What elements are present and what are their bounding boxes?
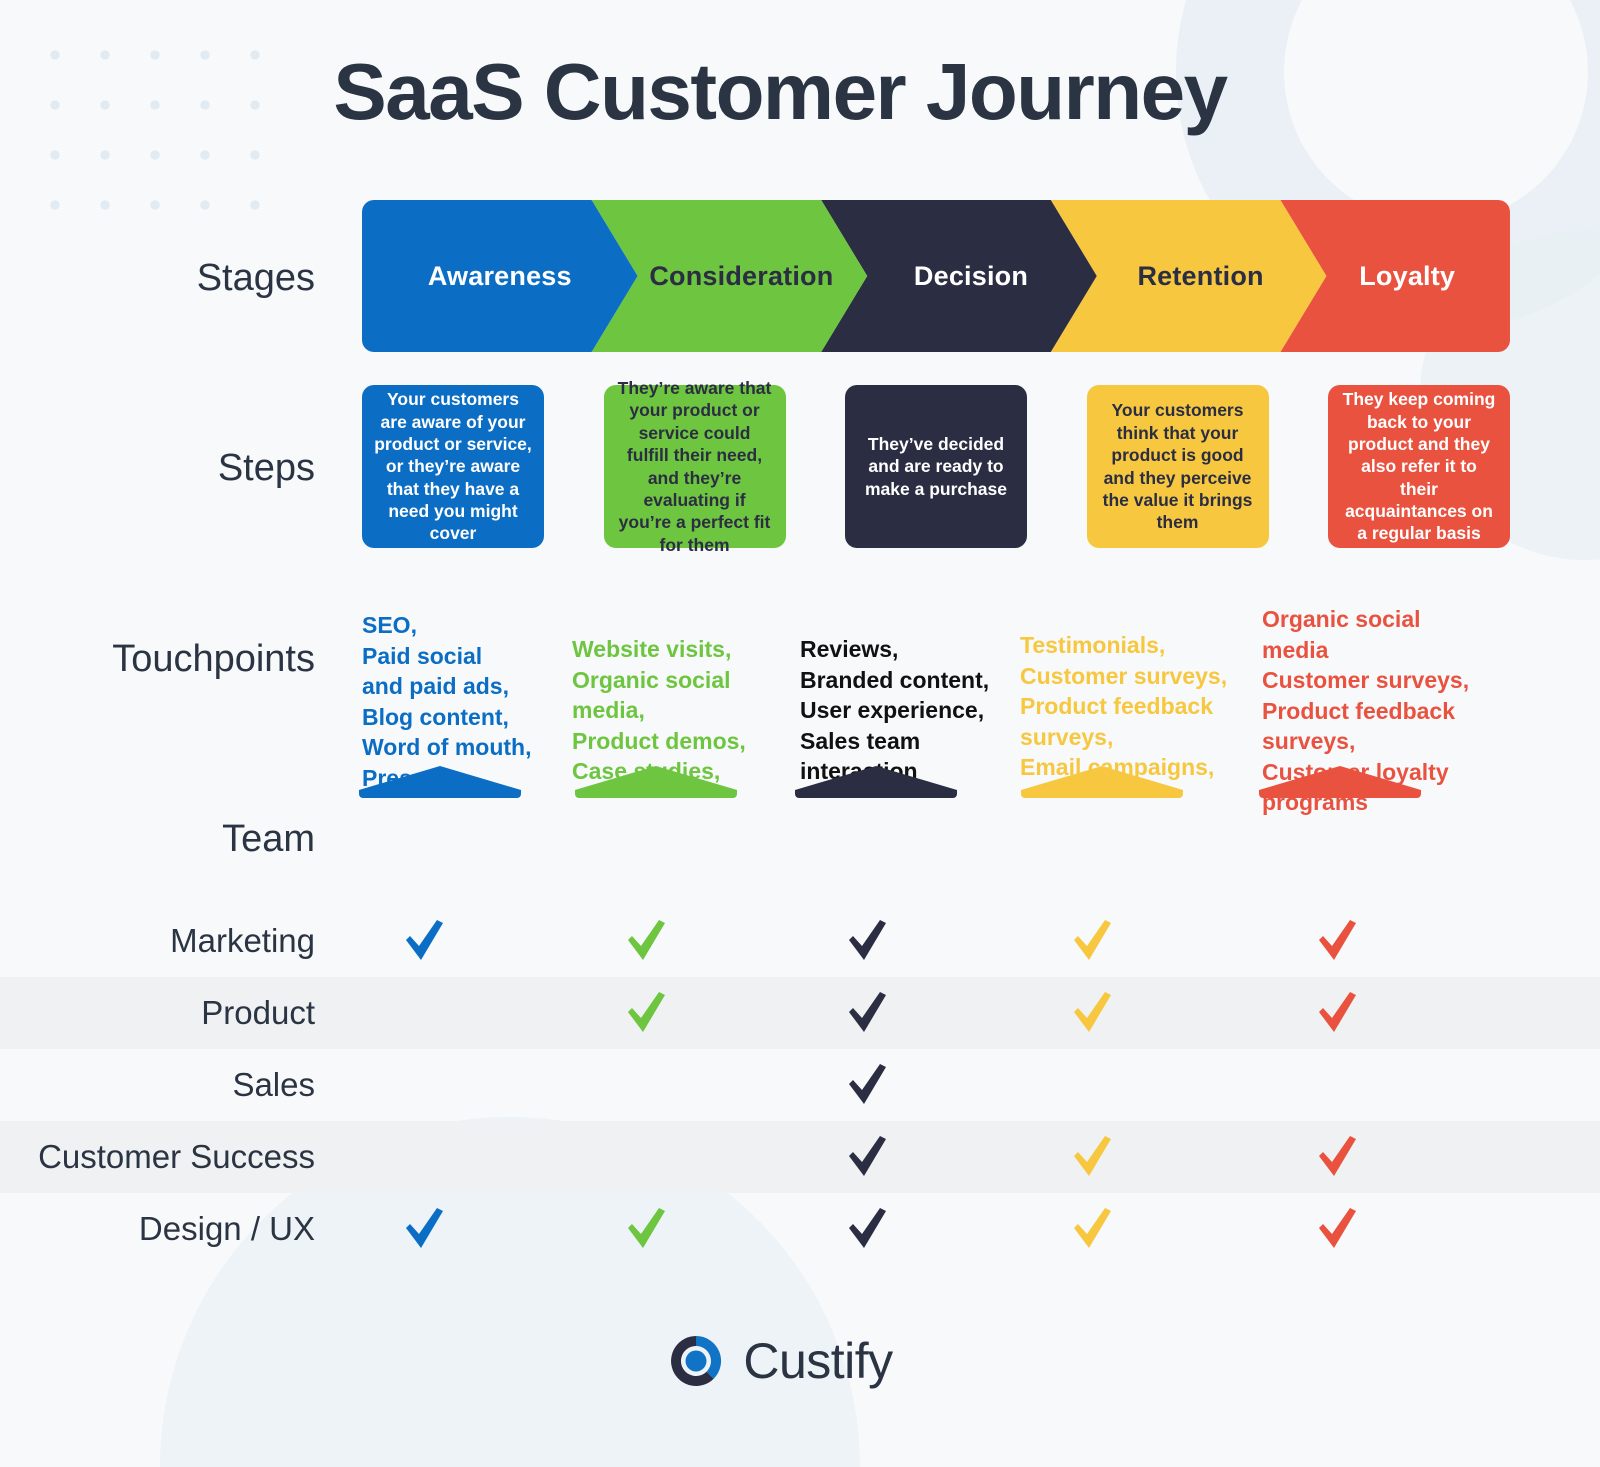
stage-label: Consideration: [649, 260, 834, 291]
touchpoints-column-decision: Reviews, Branded content, User experienc…: [800, 636, 990, 784]
section-label-touchpoints: Touchpoints: [112, 638, 315, 680]
table-row: Product: [0, 977, 1600, 1049]
checkmark-icon: [1315, 918, 1361, 964]
checkmark-icon: [845, 1134, 891, 1180]
brand-name: Custify: [743, 1333, 893, 1389]
checkmark-icon: [845, 1206, 891, 1252]
checkmark-icon: [845, 918, 891, 964]
checkmark-icon: [624, 1206, 670, 1252]
checkmark-icon: [1315, 990, 1361, 1036]
team-matrix: Marketing Product Sales Customer Success Des…: [0, 905, 1600, 1265]
footer-brand: Custify: [0, 1332, 1560, 1390]
checkmark-icon: [402, 918, 448, 964]
checkmark-icon: [1315, 1206, 1361, 1252]
stage-label: Decision: [913, 260, 1029, 291]
step-card-text: They’ve decided and are ready to make a …: [864, 433, 1008, 499]
checkmark-icon: [1315, 1134, 1361, 1180]
table-row: Design / UX: [0, 1193, 1600, 1265]
stage-label: Retention: [1137, 260, 1264, 291]
step-card-text: They keep coming back to your product an…: [1342, 389, 1496, 544]
checkmark-icon: [845, 990, 891, 1036]
touchpoint-arrow-consideration: [575, 766, 737, 798]
stages-band: Awareness Consideration Decision Retention L…: [362, 200, 1510, 352]
team-name-label: Design / UX: [138, 1210, 315, 1247]
step-card-text: Your customers think that your product i…: [1102, 400, 1253, 533]
section-label-team: Team: [222, 818, 315, 860]
infographic-page: SaaS Customer Journey Stages Steps Touch…: [0, 0, 1600, 1467]
team-name-label: Marketing: [170, 922, 315, 959]
table-row: Customer Success: [0, 1121, 1600, 1193]
touchpoint-arrow-retention: [1021, 766, 1183, 798]
touchpoint-arrows-row: [359, 766, 1510, 802]
steps-row: Your customers are aware of your product…: [362, 378, 1510, 555]
checkmark-icon: [624, 918, 670, 964]
step-card-retention[interactable]: Your customers think that your product i…: [1086, 385, 1269, 548]
team-name-label: Sales: [232, 1066, 315, 1103]
touchpoints-column-retention: Testimonials, Customer surveys, Product …: [1020, 632, 1228, 781]
checkmark-icon: [1070, 1134, 1116, 1180]
touchpoints-column-consideration: Website visits, Organic social media, Pr…: [572, 636, 746, 785]
table-row: Marketing: [0, 905, 1600, 977]
stage-awareness[interactable]: Awareness: [362, 200, 638, 352]
touchpoint-arrow-loyalty: [1259, 766, 1421, 798]
step-card-text: Your customers are aware of your product…: [374, 389, 532, 544]
team-name-label: Product: [201, 994, 315, 1031]
section-label-steps: Steps: [217, 447, 315, 489]
page-title: SaaS Customer Journey: [333, 47, 1228, 136]
checkmark-icon: [1070, 1206, 1116, 1252]
stage-label: Awareness: [427, 260, 572, 291]
touchpoints-row: SEO, Paid social and paid ads, Blog cont…: [362, 592, 1510, 815]
step-card-decision[interactable]: They’ve decided and are ready to make a …: [845, 385, 1027, 548]
checkmark-icon: [1070, 990, 1116, 1036]
touchpoint-arrow-awareness: [359, 766, 521, 798]
touchpoint-arrow-decision: [795, 766, 957, 798]
step-card-awareness[interactable]: Your customers are aware of your product…: [362, 385, 544, 548]
step-card-consideration[interactable]: They’re aware that your product or servi…: [603, 378, 786, 555]
checkmark-icon: [1070, 918, 1116, 964]
step-card-loyalty[interactable]: They keep coming back to your product an…: [1328, 385, 1510, 548]
step-card-text: They’re aware that your product or servi…: [617, 377, 772, 555]
custify-logo-icon: [667, 1332, 725, 1390]
checkmark-icon: [402, 1206, 448, 1252]
table-row: Sales: [0, 1049, 1600, 1121]
stage-label: Loyalty: [1359, 260, 1456, 291]
section-label-stages: Stages: [196, 257, 315, 299]
checkmark-icon: [624, 990, 670, 1036]
team-name-label: Customer Success: [38, 1138, 315, 1175]
checkmark-icon: [845, 1062, 891, 1108]
